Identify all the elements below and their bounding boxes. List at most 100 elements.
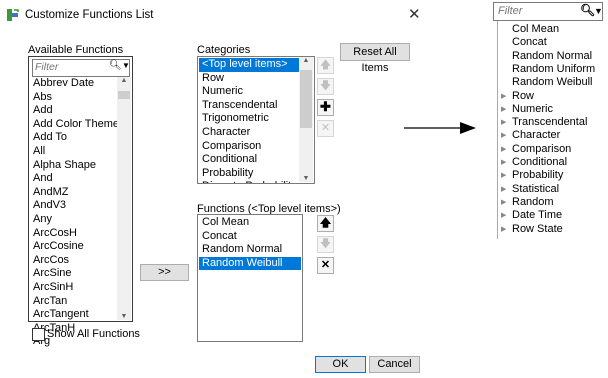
arrow-right-icon [404,122,476,134]
functions-list[interactable]: Col Mean Concat Random Normal Random Weibul… [197,214,303,342]
add-function-button[interactable]: >> [140,264,189,281]
list-item[interactable]: ArcCosine [30,240,118,254]
categories-label: Categories [197,44,251,56]
preview-category-item[interactable]: Date Time [512,209,562,222]
preview-category-item[interactable]: Character [512,129,560,142]
category-item[interactable]: Transcendental [199,99,299,113]
preview-category-item[interactable]: Random [512,196,554,209]
move-up-button[interactable]: 🡅︎ [317,57,334,74]
list-item[interactable]: ArcCos [30,254,118,268]
list-item[interactable]: Add [30,104,118,118]
categories-list[interactable]: <Top level items> Row Numeric Transcendenta… [197,56,315,184]
preview-category-item[interactable]: Probability [512,169,563,182]
preview-function-item[interactable]: Random Normal [512,50,592,63]
preview-category-item[interactable]: Numeric [512,103,553,116]
move-down-button[interactable]: 🡇︎ [317,78,334,95]
preview-category-item[interactable]: Row [512,90,534,103]
list-item[interactable]: Alpha Shape [30,159,118,173]
category-item[interactable]: Discrete Probability [199,180,299,183]
delete-category-button[interactable]: ✕ [317,120,334,137]
list-item[interactable]: Abs [30,91,118,105]
move-down-button[interactable]: 🡇︎ [317,236,334,253]
expand-triangle-icon[interactable]: ▶ [501,105,506,113]
chevron-down-icon[interactable]: ▼ [122,61,130,70]
category-item[interactable]: Row [199,72,299,86]
category-item[interactable]: Conditional [199,153,299,167]
preview-function-item[interactable]: Concat [512,36,547,49]
expand-triangle-icon[interactable]: ▶ [501,158,506,166]
category-items: <Top level items> Row Numeric Transcendenta… [199,58,299,183]
scroll-down-icon[interactable]: ▼ [299,175,313,182]
dialog-title: Customize Functions List [25,9,154,21]
available-filter-input[interactable] [33,60,109,74]
function-items: Col Mean Concat Random Normal Random Weibul… [199,216,301,271]
list-item[interactable]: Add To [30,131,118,145]
available-functions-label: Available Functions [28,44,124,56]
expand-triangle-icon[interactable]: ▶ [501,131,506,139]
function-item[interactable]: Random Normal [199,243,301,257]
function-item[interactable]: Random Weibull [199,256,301,271]
add-category-button[interactable]: ✚ [317,99,334,116]
scroll-up-icon[interactable]: ▲ [299,57,313,64]
preview-function-item[interactable]: Col Mean [512,23,559,36]
ok-button[interactable]: OK [315,356,366,373]
preview-category-item[interactable]: Comparison [512,143,571,156]
show-all-checkbox[interactable] [32,328,45,341]
list-item[interactable]: ArcTangent [30,308,118,322]
expand-triangle-icon[interactable]: ▶ [501,211,506,219]
function-item[interactable]: Concat [199,230,301,244]
categories-scrollbar[interactable]: ▲ ▼ [299,57,313,182]
list-item[interactable]: AndV3 [30,199,118,213]
list-item[interactable]: Any [30,213,118,227]
category-item[interactable]: Numeric [199,85,299,99]
preview-function-tree: Col Mean Concat Random Normal Random Unifor… [497,21,608,239]
close-icon[interactable]: ✕ [408,5,421,23]
list-item[interactable]: ArcSine [30,267,118,281]
expand-triangle-icon[interactable]: ▶ [501,145,506,153]
preview-filter-placeholder: Filter [498,5,523,17]
expand-triangle-icon[interactable]: ▶ [501,225,506,233]
reset-all-items-button[interactable]: Reset All Items [340,43,410,74]
expand-triangle-icon[interactable]: ▶ [501,171,506,179]
list-item[interactable]: And [30,172,118,186]
list-item[interactable]: Abbrev Date [30,77,118,91]
list-item[interactable]: ArcSinH [30,281,118,295]
move-up-button[interactable]: 🡅︎ [317,215,334,232]
chevron-down-icon[interactable]: ▼ [594,6,603,16]
list-item[interactable]: ArcCosH [30,227,118,241]
scroll-down-icon[interactable]: ▼ [117,313,131,320]
list-item[interactable]: AndMZ [30,186,118,200]
search-icon[interactable]: 🔍︎ [109,60,122,71]
category-item[interactable]: Comparison [199,140,299,154]
category-item[interactable]: Probability [199,167,299,181]
category-item[interactable]: Character [199,126,299,140]
expand-triangle-icon[interactable]: ▶ [501,198,506,206]
scroll-thumb[interactable] [300,70,312,128]
delete-function-button[interactable]: ✕ [317,257,334,274]
available-functions-list[interactable]: 🔍︎ ▼ Abbrev DateAbsAddAdd Color ThemeAdd… [28,56,133,347]
available-filter[interactable]: 🔍︎ ▼ [32,59,130,77]
scroll-thumb[interactable] [118,91,130,99]
function-item[interactable]: Col Mean [199,216,301,230]
list-item[interactable]: ArcTan [30,295,118,309]
list-item[interactable]: All [30,145,118,159]
preview-category-item[interactable]: Transcendental [512,116,587,129]
expand-triangle-icon[interactable]: ▶ [501,185,506,193]
cancel-button[interactable]: Cancel [369,356,420,373]
category-item[interactable]: <Top level items> [199,58,299,72]
search-icon[interactable]: 🔍︎ [580,3,595,17]
preview-category-item[interactable]: Row State [512,223,563,236]
category-item[interactable]: Trigonometric [199,112,299,126]
show-all-label: Show All Functions [47,328,140,340]
available-scrollbar[interactable]: ▲ ▼ [117,77,131,320]
customize-functions-dialog: Customize Functions List ✕ Available Fun… [0,0,440,378]
expand-triangle-icon[interactable]: ▶ [501,118,506,126]
preview-function-item[interactable]: Random Uniform [512,63,595,76]
scroll-up-icon[interactable]: ▲ [117,77,131,84]
expand-triangle-icon[interactable]: ▶ [501,92,506,100]
preview-function-item[interactable]: Random Weibull [512,76,593,89]
preview-category-item[interactable]: Statistical [512,183,559,196]
list-item[interactable]: Add Color Theme [30,118,119,132]
preview-filter[interactable]: Filter 🔍︎ ▼ [493,2,603,21]
preview-category-item[interactable]: Conditional [512,156,567,169]
